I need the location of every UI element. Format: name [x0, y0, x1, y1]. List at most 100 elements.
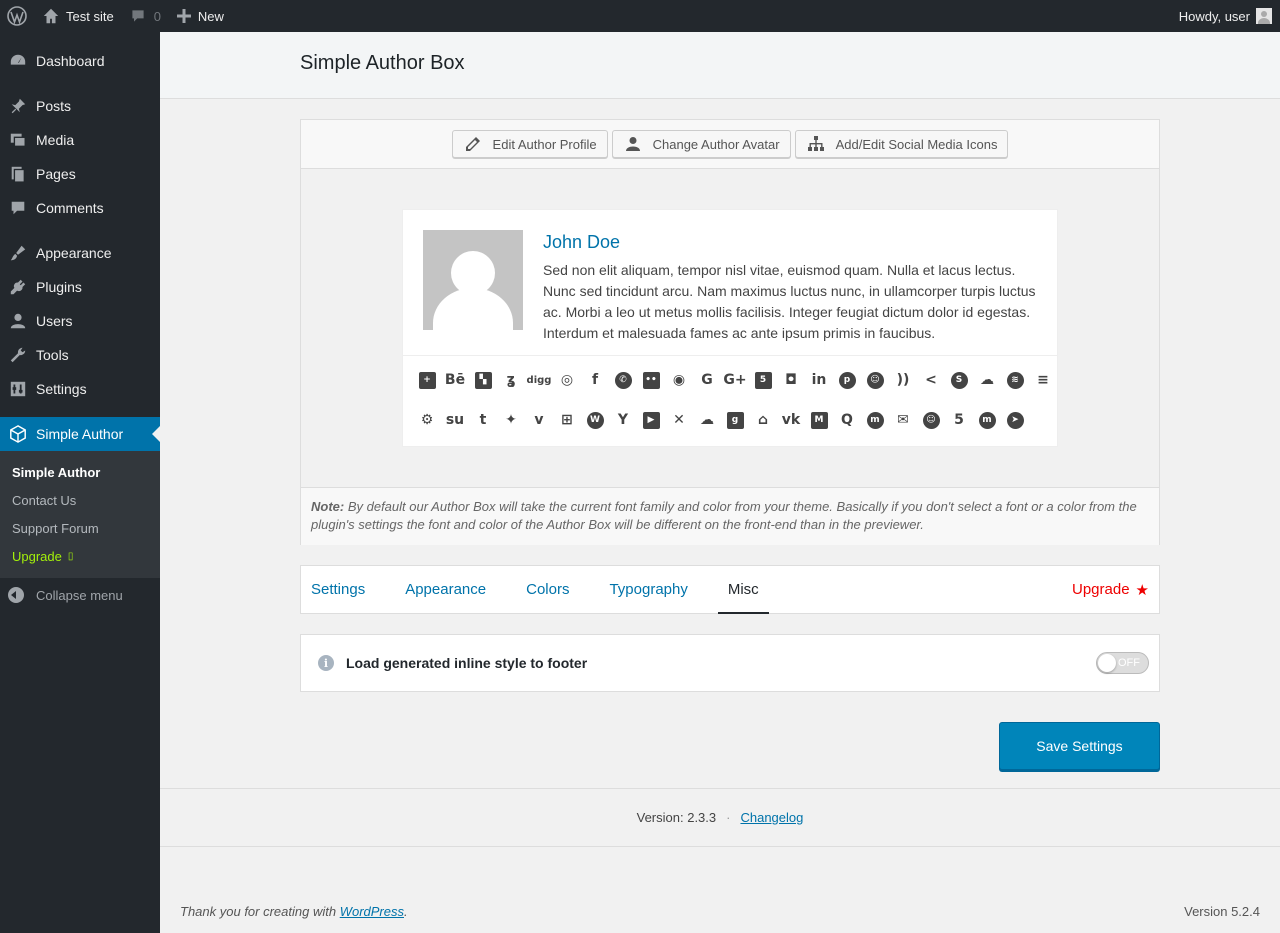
note-text: By default our Author Box will take the …: [311, 499, 1137, 532]
wordpress-logo-icon[interactable]: [0, 0, 34, 32]
tab-colors[interactable]: Colors: [516, 566, 579, 613]
admin-sidebar: Dashboard Posts Media Pages Comments App…: [0, 32, 160, 933]
new-content-link[interactable]: New: [169, 0, 232, 32]
author-name[interactable]: John Doe: [543, 232, 620, 253]
author-box-preview-panel: Edit Author Profile Change Author Avatar…: [300, 119, 1160, 545]
dribbble-icon[interactable]: ◎: [553, 366, 581, 394]
sidebar-item-simple-author[interactable]: Simple Author: [0, 417, 160, 451]
instagram-icon[interactable]: ◘: [777, 366, 805, 394]
sidebar-item-settings[interactable]: Settings: [0, 372, 160, 406]
author-box-top: John Doe Sed non elit aliquam, tempor ni…: [403, 210, 1057, 356]
addthis-icon[interactable]: +: [413, 366, 441, 394]
my-account-link[interactable]: Howdy, user: [1171, 0, 1280, 32]
sidebar-item-appearance[interactable]: Appearance: [0, 236, 160, 270]
mastodon-icon[interactable]: m: [973, 406, 1001, 434]
tab-misc[interactable]: Misc: [717, 566, 769, 614]
windows-icon[interactable]: ⊞: [553, 406, 581, 434]
behance-icon[interactable]: Bē: [441, 366, 469, 394]
sitemap-icon: [807, 136, 824, 151]
reddit-icon[interactable]: ☺: [861, 366, 889, 394]
soundcloud-icon[interactable]: ☁: [973, 366, 1001, 394]
telegram-icon[interactable]: ➤: [1001, 406, 1029, 434]
pin-icon: [8, 96, 28, 116]
pinterest-icon[interactable]: p: [833, 366, 861, 394]
add-edit-social-icons-button[interactable]: Add/Edit Social Media Icons: [794, 130, 1009, 158]
sharethis-icon[interactable]: <: [917, 366, 945, 394]
google-icon[interactable]: G: [693, 366, 721, 394]
email-icon[interactable]: ✉: [889, 406, 917, 434]
submenu-item-simple-author[interactable]: Simple Author: [0, 458, 160, 486]
meetup-icon[interactable]: m: [861, 406, 889, 434]
author-box: John Doe Sed non elit aliquam, tempor ni…: [402, 209, 1058, 447]
change-author-avatar-button[interactable]: Change Author Avatar: [611, 130, 791, 158]
wordpress-link[interactable]: WordPress: [340, 904, 404, 919]
whatsapp-icon[interactable]: ✆: [609, 366, 637, 394]
upgrade-label: Upgrade: [12, 548, 62, 564]
comments-link[interactable]: 0: [122, 0, 169, 32]
sidebar-item-posts[interactable]: Posts: [0, 89, 160, 123]
googleplus-icon[interactable]: G+: [721, 366, 749, 394]
submenu-item-upgrade[interactable]: Upgrade ▯: [0, 542, 160, 570]
new-label: New: [197, 8, 224, 24]
github-icon[interactable]: ◉: [665, 366, 693, 394]
inline-style-footer-toggle[interactable]: OFF: [1096, 652, 1149, 674]
snapchat-icon[interactable]: ☺: [917, 406, 945, 434]
mixcloud-icon[interactable]: ☁: [693, 406, 721, 434]
digg-icon[interactable]: digg: [525, 366, 553, 394]
vk-icon[interactable]: vk: [777, 406, 805, 434]
linkedin-icon[interactable]: in: [805, 366, 833, 394]
wp-version: Version 5.2.4: [1184, 904, 1260, 919]
setting-label: Load generated inline style to footer: [346, 655, 588, 671]
submenu-item-support-forum[interactable]: Support Forum: [0, 514, 160, 542]
yahoo-icon[interactable]: Y: [609, 406, 637, 434]
skype-icon[interactable]: S: [945, 366, 973, 394]
submenu-item-contact-us[interactable]: Contact Us: [0, 486, 160, 514]
sidebar-item-users[interactable]: Users: [0, 304, 160, 338]
add-edit-social-icons-label: Add/Edit Social Media Icons: [835, 136, 998, 152]
page-header: Simple Author Box: [160, 32, 1280, 99]
youtube-icon[interactable]: ▶: [637, 406, 665, 434]
wordpress-icon[interactable]: W: [581, 406, 609, 434]
sidebar-item-comments[interactable]: Comments: [0, 191, 160, 225]
deviantart-icon[interactable]: ʓ: [497, 366, 525, 394]
site-name-link[interactable]: Test site: [34, 0, 122, 32]
goodreads-icon[interactable]: g: [721, 406, 749, 434]
info-icon[interactable]: i: [318, 655, 334, 671]
delicious-icon[interactable]: ▚: [469, 366, 497, 394]
save-settings-button[interactable]: Save Settings: [999, 722, 1160, 770]
tab-appearance[interactable]: Appearance: [395, 566, 496, 613]
toggle-state: OFF: [1118, 657, 1140, 669]
stumbleupon-icon[interactable]: su: [441, 406, 469, 434]
twitch-icon[interactable]: ⌂: [749, 406, 777, 434]
pages-icon: [8, 164, 28, 184]
sidebar-item-pages[interactable]: Pages: [0, 157, 160, 191]
tab-typography[interactable]: Typography: [599, 566, 697, 613]
500px-icon[interactable]: 5: [945, 406, 973, 434]
medium-icon[interactable]: M: [805, 406, 833, 434]
changelog-link[interactable]: Changelog: [740, 810, 803, 825]
xing-icon[interactable]: ✕: [665, 406, 693, 434]
sidebar-item-media[interactable]: Media: [0, 123, 160, 157]
preview-note: Note: By default our Author Box will tak…: [301, 487, 1159, 545]
author-bio: Sed non elit aliquam, tempor nisl vitae,…: [543, 262, 1036, 341]
sidebar-item-plugins[interactable]: Plugins: [0, 270, 160, 304]
edit-author-profile-button[interactable]: Edit Author Profile: [451, 130, 608, 158]
comment-icon: [8, 198, 28, 218]
twitter-icon[interactable]: ✦: [497, 406, 525, 434]
sidebar-item-dashboard[interactable]: Dashboard: [0, 44, 160, 78]
steam-icon[interactable]: ⚙: [413, 406, 441, 434]
spotify-icon[interactable]: ≋: [1001, 366, 1029, 394]
vimeo-icon[interactable]: v: [525, 406, 553, 434]
tumblr-icon[interactable]: t: [469, 406, 497, 434]
quora-icon[interactable]: Q: [833, 406, 861, 434]
html5-icon[interactable]: 5: [749, 366, 777, 394]
facebook-icon[interactable]: f: [581, 366, 609, 394]
flickr-icon[interactable]: ••: [637, 366, 665, 394]
rss-icon[interactable]: )): [889, 366, 917, 394]
tab-settings[interactable]: Settings: [301, 566, 375, 613]
sidebar-item-tools[interactable]: Tools: [0, 338, 160, 372]
tab-upgrade[interactable]: Upgrade ★: [1062, 566, 1159, 613]
collapse-menu-button[interactable]: Collapse menu: [0, 578, 160, 612]
stackoverflow-icon[interactable]: ≡: [1029, 366, 1057, 394]
sidebar-item-label: Appearance: [36, 245, 112, 261]
